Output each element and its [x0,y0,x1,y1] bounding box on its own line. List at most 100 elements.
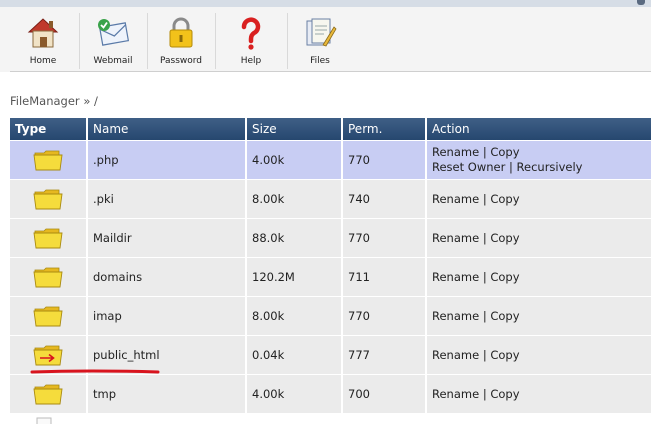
column-header-perm[interactable]: Perm. [343,118,427,140]
size-cell: 120.2M [247,258,343,297]
perm-cell[interactable]: 770 [343,141,427,180]
name-cell[interactable]: domains [88,258,247,297]
size-cell: 88.0k [247,219,343,258]
toolbar-help-label: Help [240,56,262,66]
rename-link[interactable]: Rename [432,387,479,401]
action-separator: | [482,308,487,323]
column-header-type[interactable]: Type [10,118,88,140]
toolbar-help-button[interactable]: Help [218,7,284,72]
recursively-link[interactable]: Recursively [517,160,583,174]
table-row[interactable]: .pki 8.00k 740 Rename | Copy [10,180,651,219]
toolbar-files-button[interactable]: Files [290,7,350,72]
toolbar-separator [147,13,148,69]
perm-cell[interactable]: 777 [343,336,427,375]
main-toolbar: Home Webmail Password Help Files [10,7,651,72]
size-cell: 4.00k [247,375,343,414]
column-header-name[interactable]: Name [88,118,247,140]
table-row[interactable]: Maildir 88.0k 770 Rename | Copy [10,219,651,258]
padlock-icon [169,17,193,48]
home-icon [27,18,59,48]
action-cell: Rename | Copy [427,297,651,336]
reset-owner-link[interactable]: Reset Owner [432,160,505,174]
toolbar-left-gap [0,7,10,72]
toolbar-webmail-label: Webmail [93,56,133,66]
window-corner [637,0,645,5]
toolbar-home-button[interactable]: Home [10,7,76,72]
copy-link[interactable]: Copy [490,192,519,206]
toolbar-separator [287,13,288,69]
action-line: Reset Owner | Recursively [432,160,583,175]
perm-cell[interactable]: 711 [343,258,427,297]
copy-link[interactable]: Copy [490,309,519,323]
column-header-size[interactable]: Size [247,118,343,140]
toolbar-webmail-button[interactable]: Webmail [82,7,144,72]
size-cell: 8.00k [247,297,343,336]
action-cell: Rename | Copy [427,219,651,258]
size-cell: 8.00k [247,180,343,219]
rename-link[interactable]: Rename [432,348,479,362]
action-line: Rename | Copy [432,348,520,363]
rename-link[interactable]: Rename [432,145,479,159]
table-row[interactable]: .php 4.00k 770 Rename | Copy Reset Owner… [10,141,651,180]
type-cell[interactable] [10,375,88,414]
folder-icon [33,384,63,405]
name-cell[interactable]: imap [88,297,247,336]
action-line: Rename | Copy [432,270,520,285]
rename-link[interactable]: Rename [432,192,479,206]
action-cell: Rename | Copy Reset Owner | Recursively [427,141,651,180]
folder-icon [33,228,63,249]
rename-link[interactable]: Rename [432,270,479,284]
name-cell[interactable]: .pki [88,180,247,219]
perm-cell[interactable]: 770 [343,297,427,336]
column-header-action[interactable]: Action [427,118,651,140]
copy-link[interactable]: Copy [490,145,519,159]
breadcrumb-root[interactable]: FileManager [10,94,80,108]
copy-link[interactable]: Copy [490,231,519,245]
breadcrumb-separator: » [83,94,91,108]
size-cell: 4.00k [247,141,343,180]
rename-link[interactable]: Rename [432,309,479,323]
breadcrumb: FileManager » / [10,94,98,108]
size-cell: 0.04k [247,336,343,375]
folder-icon [33,150,63,171]
files-icon [306,18,337,47]
action-cell: Rename | Copy [427,375,651,414]
perm-cell[interactable]: 700 [343,375,427,414]
action-line: Rename | Copy [432,309,520,324]
name-cell[interactable]: Maildir [88,219,247,258]
rename-link[interactable]: Rename [432,231,479,245]
symlink-folder-icon [33,345,63,366]
action-line: Rename | Copy [432,145,520,160]
action-separator: | [482,347,487,362]
name-cell[interactable]: .php [88,141,247,180]
action-cell: Rename | Copy [427,180,651,219]
action-separator: | [482,145,487,159]
action-separator: | [509,160,513,174]
type-cell[interactable] [10,141,88,180]
table-row[interactable]: tmp 4.00k 700 Rename | Copy [10,375,651,414]
action-cell: Rename | Copy [427,336,651,375]
type-cell[interactable] [10,180,88,219]
toolbar-home-label: Home [29,56,57,66]
copy-link[interactable]: Copy [490,270,519,284]
toolbar-files-label: Files [310,56,330,66]
copy-link[interactable]: Copy [490,348,519,362]
copy-link[interactable]: Copy [490,387,519,401]
perm-cell[interactable]: 770 [343,219,427,258]
perm-cell[interactable]: 740 [343,180,427,219]
type-cell[interactable] [10,219,88,258]
toolbar-password-button[interactable]: Password [150,7,212,72]
table-row[interactable]: imap 8.00k 770 Rename | Copy [10,297,651,336]
action-line: Rename | Copy [432,192,520,207]
folder-icon [33,267,63,288]
action-separator: | [482,191,487,206]
type-cell[interactable] [10,258,88,297]
question-mark-icon [241,17,261,50]
action-cell: Rename | Copy [427,258,651,297]
type-cell[interactable] [10,297,88,336]
toolbar-separator [215,13,216,69]
name-cell[interactable]: tmp [88,375,247,414]
table-row[interactable]: domains 120.2M 711 Rename | Copy [10,258,651,297]
breadcrumb-path: / [94,94,98,108]
action-line: Rename | Copy [432,231,520,246]
